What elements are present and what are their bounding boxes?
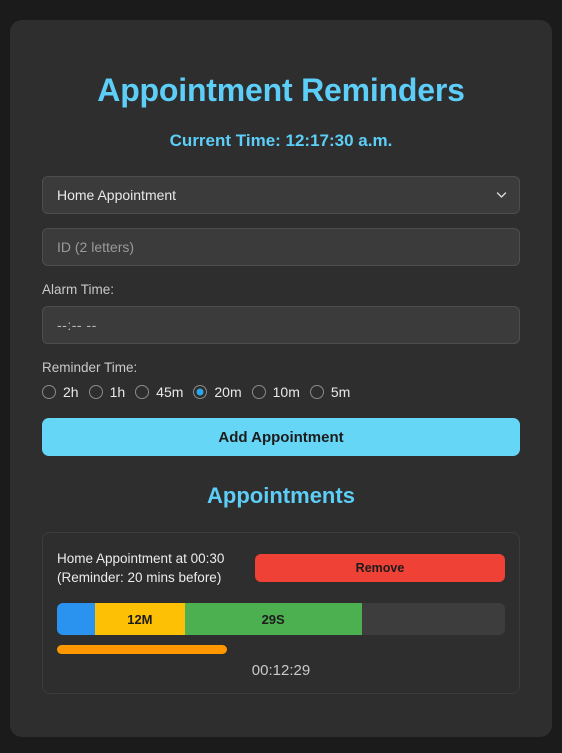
alarm-time-placeholder: --:-- --: [57, 317, 97, 333]
page-root: Appointment Reminders Current Time: 12:1…: [0, 0, 562, 753]
appointments-heading: Appointments: [207, 483, 355, 508]
countdown-segment-label: 29S: [261, 611, 285, 627]
progress-fill: [57, 645, 228, 654]
countdown-segment-days: [57, 603, 96, 635]
appointment-header: Home Appointment at 00:30 (Reminder: 20 m…: [57, 549, 505, 587]
reminder-time-label: Reminder Time:: [42, 360, 138, 375]
appointment-type-value: Home Appointment: [57, 187, 177, 203]
reminder-option-2h[interactable]: 2h: [42, 384, 79, 400]
current-time-label: Current Time: 12:17:30 a.m.: [169, 131, 393, 150]
appointment-type-select[interactable]: Home Appointment: [42, 176, 520, 214]
reminder-option-label: 20m: [214, 384, 242, 400]
id-input[interactable]: [42, 228, 520, 266]
reminder-option-label: 5m: [330, 384, 351, 400]
countdown-text: 00:12:29: [251, 662, 311, 679]
countdown-segment-hours: 12M: [95, 603, 185, 635]
radio-icon[interactable]: [42, 385, 56, 399]
remove-appointment-button[interactable]: Remove: [255, 554, 505, 582]
reminder-option-20m[interactable]: 20m: [193, 384, 242, 400]
reminder-option-label: 45m: [156, 384, 184, 400]
reminder-option-45m[interactable]: 45m: [135, 384, 183, 400]
countdown-segment-empty: [362, 603, 505, 635]
app-container: Appointment Reminders Current Time: 12:1…: [10, 20, 552, 737]
appointment-type-select-wrap: Home Appointment: [42, 176, 520, 214]
radio-icon[interactable]: [135, 385, 150, 399]
reminder-option-5m[interactable]: 5m: [309, 384, 351, 400]
appointment-form: Home Appointment Alarm Time: --:-- -- Re…: [42, 176, 520, 456]
radio-icon[interactable]: [193, 385, 208, 399]
progress-track: [57, 645, 505, 654]
reminder-option-label: 10m: [272, 384, 300, 400]
countdown-segment-label: 12M: [127, 611, 153, 627]
reminder-time-radio-group: 2h 1h 45m 20m 10m 5m: [42, 384, 520, 400]
countdown-segment-minutes: 29S: [184, 603, 362, 635]
reminder-option-label: 1h: [109, 384, 126, 400]
appointment-title-line: Home Appointment at 00:30: [57, 551, 225, 566]
appointment-card: Home Appointment at 00:30 (Reminder: 20 m…: [42, 532, 520, 694]
reminder-option-1h[interactable]: 1h: [88, 384, 126, 400]
reminder-option-10m[interactable]: 10m: [251, 384, 300, 400]
alarm-time-input[interactable]: --:-- --: [42, 306, 520, 344]
alarm-time-label: Alarm Time:: [42, 282, 115, 297]
page-title: Appointment Reminders: [97, 72, 465, 108]
appointment-reminder-line: (Reminder: 20 mins before): [57, 570, 222, 585]
add-appointment-button[interactable]: Add Appointment: [42, 418, 520, 456]
reminder-option-label: 2h: [63, 384, 79, 400]
radio-icon[interactable]: [251, 385, 266, 399]
radio-icon[interactable]: [309, 385, 324, 399]
appointments-list: Home Appointment at 00:30 (Reminder: 20 m…: [42, 532, 520, 694]
radio-icon[interactable]: [88, 385, 103, 399]
countdown-segment-bar: 12M 29S: [57, 603, 505, 635]
appointment-description: Home Appointment at 00:30 (Reminder: 20 m…: [57, 549, 242, 587]
